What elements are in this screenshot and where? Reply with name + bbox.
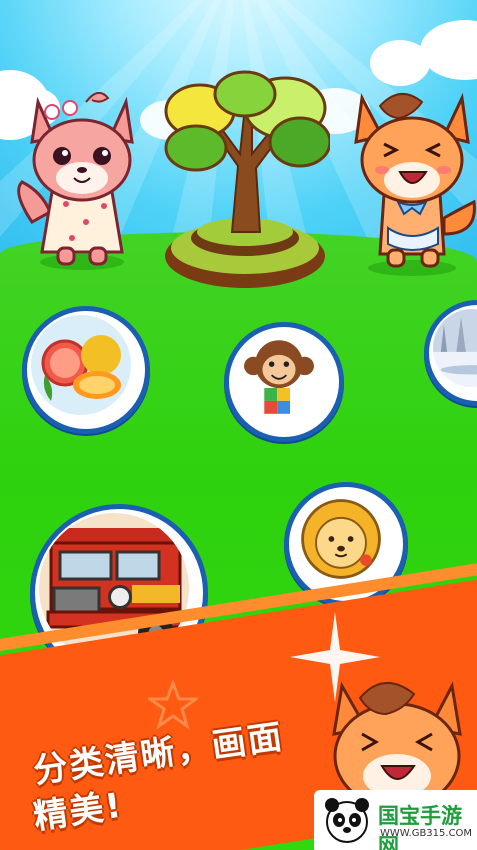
monkey-icon bbox=[233, 331, 325, 423]
watermark-badge: 国宝手游网 WWW.GB315.COM bbox=[314, 790, 477, 850]
pink-fox-character bbox=[17, 91, 134, 270]
fruit-icon bbox=[31, 315, 131, 415]
panda-logo-icon bbox=[325, 798, 369, 843]
snow-landscape-icon bbox=[433, 309, 477, 387]
watermark-url: WWW.GB315.COM bbox=[380, 828, 473, 839]
lion-icon bbox=[293, 491, 389, 587]
watermark-title: 国宝手游网 bbox=[378, 804, 462, 850]
orange-fox-character bbox=[354, 92, 476, 276]
tree-icon bbox=[164, 70, 330, 288]
game-scene: 分类清晰，画面 精美! 国宝手游网 WWW.GB315.COM bbox=[0, 0, 477, 850]
fruits-bubble[interactable] bbox=[22, 306, 150, 434]
monkey-bubble[interactable] bbox=[224, 322, 344, 442]
